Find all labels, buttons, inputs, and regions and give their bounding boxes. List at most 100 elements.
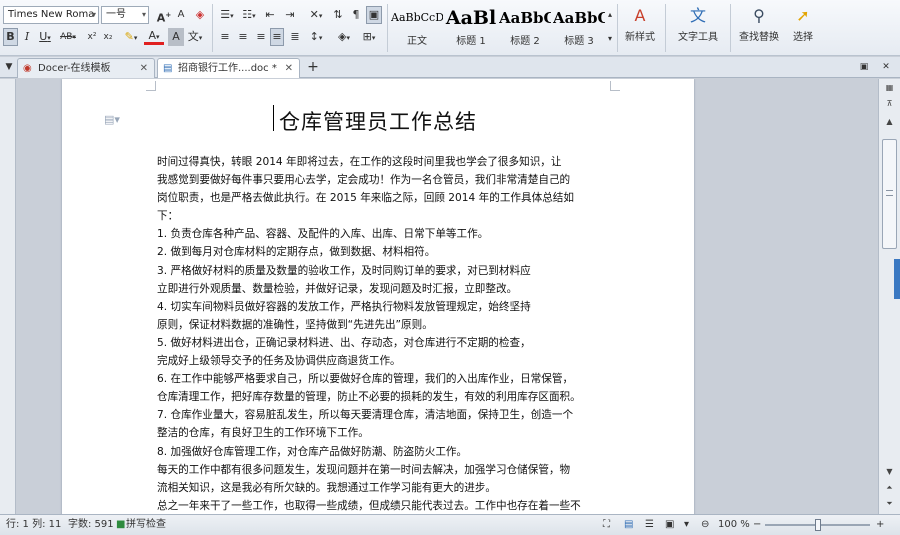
style-heading-1[interactable]: AaBl 标题 1 [445, 4, 497, 50]
decrease-indent-icon[interactable]: ⇤ [262, 6, 278, 24]
tab-label: 招商银行工作....doc * [178, 63, 277, 74]
paragraph[interactable]: 流相关知识，这是我必有所欠缺的。我想通过工作学习能有更大的进步。 [157, 479, 602, 497]
spellcheck-status[interactable]: 拼写检查 [126, 515, 166, 535]
paragraph[interactable]: 时间过得真快，转眼 2014 年即将过去，在工作的这段时间里我也学会了很多知识，… [157, 153, 602, 171]
numbering-icon[interactable]: ☷▾ [240, 6, 258, 24]
page-view-icon[interactable]: ▤ [624, 515, 633, 535]
new-style-button[interactable]: A 新样式 [618, 4, 662, 52]
restore-icon[interactable]: ▣ [858, 58, 870, 76]
paragraph[interactable]: 下： [157, 207, 602, 225]
scrollbar-thumb[interactable] [882, 139, 897, 249]
paragraph[interactable]: 6. 在工作中能够严格要求自己，所以要做好仓库的管理，我们的入出库作业，日常保管… [157, 370, 602, 388]
style-heading-3[interactable]: AaBbC 标题 3 [553, 4, 605, 50]
style-heading-2[interactable]: AaBbC 标题 2 [499, 4, 551, 50]
paragraph[interactable]: 原则，保证材料数据的准确性，坚持做到“先进先出”原则。 [157, 316, 602, 334]
bold-button[interactable]: B [3, 28, 18, 46]
styles-scroll-up-icon[interactable]: ▴ [605, 6, 615, 24]
tab-close-icon[interactable]: ✕ [880, 58, 892, 76]
paragraph[interactable]: 仓库清理工作，把好库存数量的管理，防止不必要的损耗的发生，有效的利用库存区面积。 [157, 388, 602, 406]
font-color-icon[interactable]: A▾ [144, 28, 164, 45]
full-screen-view-icon[interactable]: ⛶ [603, 515, 610, 535]
reading-view-icon[interactable]: ▾ [684, 515, 689, 535]
scroll-down-icon[interactable]: ▼ [882, 465, 897, 479]
web-view-icon[interactable]: ▣ [665, 515, 674, 535]
document-tab-bar: ▼ ◉ Docer-在线模板 ✕ ▤ 招商银行工作....doc * ✕ + ▣… [0, 57, 900, 78]
superscript-button[interactable]: x² [85, 28, 99, 46]
char-shading-icon[interactable]: A [168, 28, 184, 46]
select-button[interactable]: ➚ 选择 [786, 4, 820, 52]
tab-label: Docer-在线模板 [38, 63, 111, 74]
zoom-level[interactable]: 100 % [718, 515, 750, 535]
side-panel-handle[interactable] [894, 259, 900, 299]
find-replace-button[interactable]: ⚲ 查找替换 [734, 4, 784, 52]
clear-format-icon[interactable]: ◈ [192, 6, 208, 24]
paragraph[interactable]: 1. 负责仓库各种产品、容器、及配件的入库、出库、日常下单等工作。 [157, 225, 602, 243]
document-body[interactable]: 时间过得真快，转眼 2014 年即将过去，在工作的这段时间里我也学会了很多知识，… [157, 153, 602, 514]
show-marks-icon[interactable]: ¶ [348, 6, 364, 24]
paragraph[interactable]: 每天的工作中都有很多问题发生，发现问题并在第一时间去解决，加强学习仓储保管，物 [157, 461, 602, 479]
tab-docer[interactable]: ◉ Docer-在线模板 ✕ [17, 58, 155, 78]
bullets-icon[interactable]: ☰▾ [218, 6, 236, 24]
select-label: 选择 [793, 32, 813, 43]
text-tools-button[interactable]: 文 文字工具 [670, 4, 726, 52]
ruler-toggle-icon[interactable]: ▦ [882, 81, 897, 95]
close-icon[interactable]: ✕ [285, 59, 293, 78]
paragraph[interactable]: 2. 做到每月对仓库材料的定期存点，做到数据、材料相符。 [157, 243, 602, 261]
sort-icon[interactable]: ⇅ [330, 6, 346, 24]
paragraph[interactable]: 总之一年来干了一些工作，也取得一些成绩，但成绩只能代表过去。工作中也存在着一些不 [157, 497, 602, 514]
paragraph[interactable]: 5. 做好材料进出仓，正确记录材料进、出、存动态，对仓库进行不定期的检查， [157, 334, 602, 352]
shrink-font-icon[interactable]: A [174, 6, 188, 24]
document-title[interactable]: 仓库管理员工作总结 [62, 106, 694, 136]
subscript-button[interactable]: x₂ [101, 28, 115, 46]
paragraph[interactable]: 我感觉到要做好每件事只要用心去学，定会成功！作为一名仓管员，我们非常清楚自己的 [157, 171, 602, 189]
next-page-icon[interactable]: ⏷ [882, 497, 897, 511]
zoom-minus-icon[interactable]: − [753, 515, 761, 535]
shading-icon[interactable]: ◈▾ [334, 28, 354, 46]
close-icon[interactable]: ✕ [140, 59, 148, 78]
align-center-icon[interactable]: ≡ [236, 28, 250, 46]
styles-expand-icon[interactable]: ▾ [605, 30, 615, 48]
tab-menu-icon[interactable]: ▼ [3, 58, 15, 76]
paragraph[interactable]: 7. 仓库作业量大，容易脏乱发生，所以每天要清理仓库，清洁地面，保持卫生，创造一… [157, 406, 602, 424]
scroll-up-icon[interactable]: ▲ [882, 115, 897, 129]
justify-icon[interactable]: ≡ [270, 28, 284, 46]
word-count[interactable]: 字数: 591 [68, 515, 114, 535]
strikethrough-button[interactable]: AB▾ [57, 28, 79, 46]
separator [212, 4, 213, 52]
paragraph[interactable]: 岗位职责，也是严格去做此执行。在 2015 年来临之际，回顾 2014 年的工作… [157, 189, 602, 207]
font-name-dropdown[interactable]: Times New Roma ▾ [3, 6, 99, 24]
scroll-top-icon[interactable]: ⊼ [882, 97, 897, 111]
style-label: 正文 [407, 36, 427, 47]
margin-corner [610, 81, 620, 91]
distribute-icon[interactable]: ≣ [288, 28, 302, 46]
prev-page-icon[interactable]: ⏶ [882, 481, 897, 495]
align-left-icon[interactable]: ≡ [218, 28, 232, 46]
align-right-icon[interactable]: ≡ [254, 28, 268, 46]
frame-icon[interactable]: ▣ [366, 6, 382, 24]
paragraph[interactable]: 3. 严格做好材料的质量及数量的验收工作，及时同购订单的要求，对已到材料应 [157, 262, 602, 280]
paragraph[interactable]: 整洁的仓库，有良好卫生的工作环境下工作。 [157, 424, 602, 442]
italic-button[interactable]: I [20, 28, 34, 46]
paragraph[interactable]: 立即进行外观质量、数量检验，并做好记录，发现问题及时汇报，立即整改。 [157, 280, 602, 298]
line-spacing-icon[interactable]: ↕▾ [306, 28, 326, 46]
grow-font-icon[interactable]: A+ [156, 6, 172, 25]
zoom-out-icon[interactable]: ⊖ [701, 515, 709, 535]
chinese-layout-icon[interactable]: ✕▾ [306, 6, 326, 24]
highlight-icon[interactable]: ✎▾ [121, 28, 141, 46]
binoculars-icon: ⚲ [753, 6, 765, 25]
underline-button[interactable]: U▾ [36, 28, 54, 46]
outline-view-icon[interactable]: ☰ [645, 515, 654, 535]
font-size-dropdown[interactable]: 一号 ▾ [101, 6, 149, 24]
style-normal[interactable]: AaBbCcDc 正文 [391, 4, 443, 50]
paragraph[interactable]: 4. 切实车间物料员做好容器的发放工作，严格执行物料发放管理规定，始终坚持 [157, 298, 602, 316]
phonetic-icon[interactable]: 文▾ [186, 28, 204, 46]
borders-icon[interactable]: ⊞▾ [358, 28, 380, 46]
document-page[interactable]: ▤▾ 仓库管理员工作总结 时间过得真快，转眼 2014 年即将过去，在工作的这段… [62, 79, 694, 514]
tab-document[interactable]: ▤ 招商银行工作....doc * ✕ [157, 58, 300, 78]
increase-indent-icon[interactable]: ⇥ [282, 6, 298, 24]
zoom-slider-handle[interactable] [814, 519, 821, 531]
paragraph[interactable]: 8. 加强做好仓库管理工作，对仓库产品做好防潮、防盗防火工作。 [157, 443, 602, 461]
new-tab-icon[interactable]: + [305, 58, 321, 76]
paragraph[interactable]: 完成好上级领导交予的任务及协调供应商退货工作。 [157, 352, 602, 370]
zoom-plus-icon[interactable]: + [876, 515, 884, 535]
